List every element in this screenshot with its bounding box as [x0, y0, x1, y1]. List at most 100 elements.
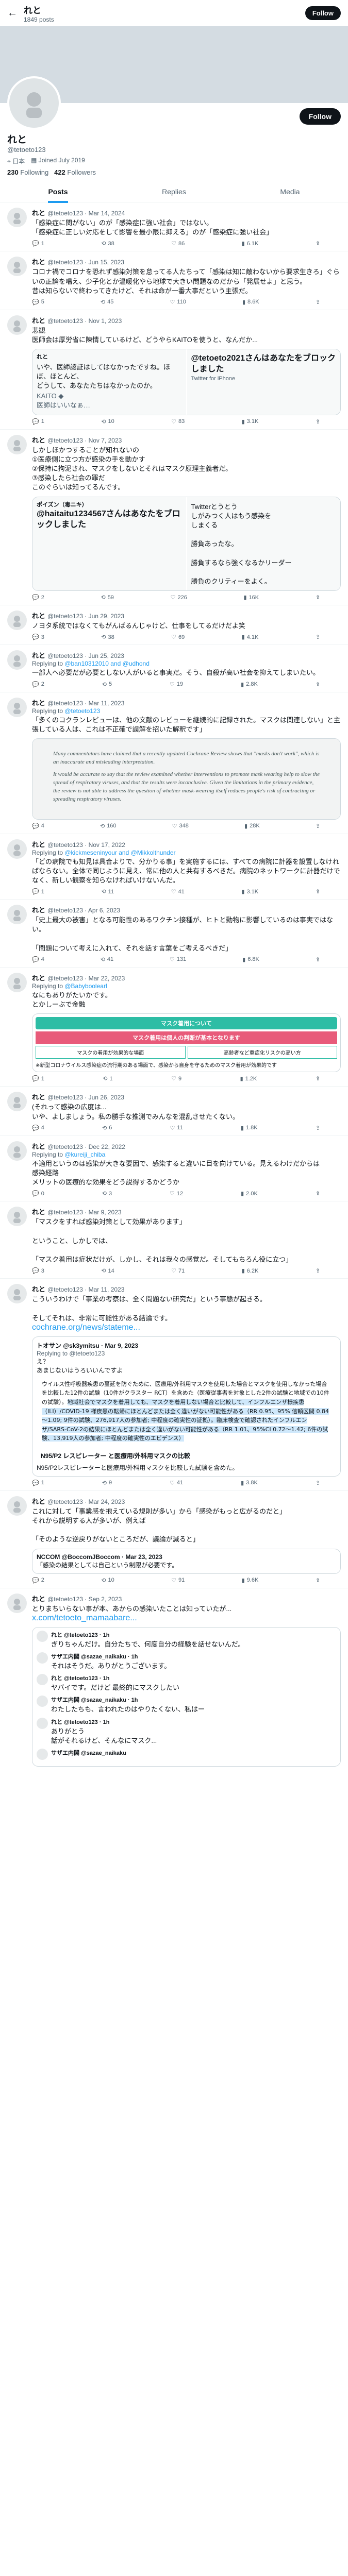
tweet-avatar[interactable] [7, 1593, 27, 1613]
tweet-avatar[interactable] [7, 1092, 27, 1112]
action-retweet[interactable]: ⟲ 10 [101, 1577, 114, 1584]
tweet[interactable]: れと @tetoeto123 · Nov 1, 2023 悲観 医師会は厚労省に陳情… [0, 310, 348, 430]
tab-replies[interactable]: Replies [116, 180, 232, 202]
share-icon[interactable]: ⇪ [316, 1267, 320, 1274]
quote-image[interactable]: Many commentators have claimed that a re… [32, 738, 341, 820]
action-retweet[interactable]: ⟲ 3 [102, 1190, 112, 1197]
tweet[interactable]: れと @tetoeto123 · Sep 2, 2023 とりまちいらない事が本、あ… [0, 1588, 348, 1771]
tweet-avatar[interactable] [7, 1141, 27, 1161]
action-retweet[interactable]: ⟲ 11 [101, 888, 114, 895]
tweet[interactable]: れと @tetoeto123 · Mar 24, 2023 これに対して「事業感を抱… [0, 1491, 348, 1588]
tweet[interactable]: れと @tetoeto123 · Mar 9, 2023 「マスクをすれば感染対策と… [0, 1201, 348, 1279]
reply-target[interactable]: @ban10312010 and @udhond [64, 660, 150, 667]
tweet-author-name[interactable]: れと [32, 841, 45, 849]
tweet[interactable]: れと @tetoeto123 · Jun 15, 2023 コロナ禍でコロナを恐れず… [0, 251, 348, 310]
action-views[interactable]: ▮ 6.2K [242, 1267, 259, 1275]
action-views[interactable]: ▮ 28K [244, 823, 260, 829]
tweet-media[interactable]: ポイズン（毒ニキ） @haitaitu1234567さんはあなたをブロックしました… [32, 496, 341, 591]
tweet-avatar[interactable] [7, 208, 27, 227]
action-reply[interactable]: 💬 4 [32, 1125, 44, 1131]
tweet-author-name[interactable]: れと [32, 1595, 45, 1603]
action-like[interactable]: ♡ 41 [171, 888, 185, 895]
share-icon[interactable]: ⇪ [316, 823, 320, 829]
action-like[interactable]: ♡ 91 [171, 1577, 185, 1584]
reply-target[interactable]: @tetoeto123 [64, 707, 100, 715]
action-views[interactable]: ▮ 3.8K [241, 1480, 258, 1486]
action-retweet[interactable]: ⟲ 10 [101, 418, 114, 425]
tweet-avatar[interactable] [7, 650, 27, 670]
action-views[interactable]: ▮ 4.1K [242, 634, 259, 641]
share-icon[interactable]: ⇪ [316, 634, 320, 640]
tweet-media[interactable]: れと いや、医師認証はしてはなかったですね。ほぼ、ほとんど、 どうして、あなたたち… [32, 349, 341, 415]
share-icon[interactable]: ⇪ [316, 418, 320, 425]
tweet-avatar[interactable] [7, 315, 27, 335]
tweet-author-name[interactable]: れと [32, 209, 45, 217]
tweet[interactable]: れと @tetoeto123 · Mar 14, 2024 「感染症に関がない」のが… [0, 202, 348, 252]
tweet-author-name[interactable]: れと [32, 436, 45, 444]
action-reply[interactable]: 💬 2 [32, 1577, 44, 1584]
action-like[interactable]: ♡ 110 [170, 299, 186, 306]
action-like[interactable]: ♡ 41 [170, 1480, 183, 1486]
action-reply[interactable]: 💬 5 [32, 299, 44, 306]
quoted-tweet[interactable]: トオサン @sk3ymitsu · Mar 9, 2023 Replying to… [32, 1336, 341, 1477]
action-views[interactable]: ▮ 3.1K [242, 418, 259, 425]
reply-target[interactable]: @Babyboolearl [64, 982, 107, 990]
action-views[interactable]: ▮ 9.6K [242, 1577, 259, 1584]
tweet-avatar[interactable] [7, 1284, 27, 1304]
tweet-link[interactable]: x.com/tetoeto_mamaabare... [32, 1614, 341, 1623]
share-icon[interactable]: ⇪ [316, 594, 320, 601]
action-retweet[interactable]: ⟲ 1 [103, 1075, 112, 1082]
action-retweet[interactable]: ⟲ 9 [102, 1480, 112, 1486]
share-icon[interactable]: ⇪ [316, 956, 320, 963]
tweet[interactable]: れと @tetoeto123 · Dec 22, 2022 Replying to … [0, 1136, 348, 1202]
share-icon[interactable]: ⇪ [316, 299, 320, 306]
tweet-author-name[interactable]: れと [32, 652, 45, 659]
share-icon[interactable]: ⇪ [316, 681, 320, 688]
reply-target[interactable]: @kureiji_chiba [64, 1151, 105, 1158]
action-retweet[interactable]: ⟲ 6 [102, 1125, 112, 1131]
share-icon[interactable]: ⇪ [316, 1577, 320, 1584]
tweet-author-name[interactable]: れと [32, 906, 45, 914]
share-icon[interactable]: ⇪ [316, 240, 320, 247]
tweet-avatar[interactable] [7, 257, 27, 277]
action-retweet[interactable]: ⟲ 59 [101, 594, 113, 601]
action-views[interactable]: ▮ 1.2K [240, 1075, 257, 1082]
tweet[interactable]: れと @tetoeto123 · Jun 29, 2023 ノヨタ系統ではなくてもが… [0, 605, 348, 646]
action-like[interactable]: ♡ 226 [171, 594, 187, 601]
action-reply[interactable]: 💬 2 [32, 681, 44, 688]
header-follow-button[interactable]: Follow [305, 6, 341, 20]
followers-link[interactable]: 422 Followers [54, 168, 96, 176]
tweet-avatar[interactable] [7, 839, 27, 859]
tweet-author-name[interactable]: れと [32, 258, 45, 266]
action-like[interactable]: ♡ 86 [171, 240, 185, 247]
action-reply[interactable]: 💬 3 [32, 1267, 44, 1275]
action-like[interactable]: ♡ 69 [171, 634, 185, 641]
tweet[interactable]: れと @tetoeto123 · Mar 11, 2023 Replying to … [0, 692, 348, 834]
action-reply[interactable]: 💬 1 [32, 418, 44, 425]
action-retweet[interactable]: ⟲ 14 [101, 1267, 114, 1275]
following-link[interactable]: 230 Following [7, 168, 48, 176]
back-arrow-icon[interactable]: ← [7, 7, 24, 19]
action-retweet[interactable]: ⟲ 45 [101, 299, 113, 306]
action-reply[interactable]: 💬 3 [32, 634, 44, 641]
action-views[interactable]: ▮ 2.0K [241, 1190, 258, 1197]
action-like[interactable]: ♡ 12 [170, 1190, 183, 1197]
reply-target[interactable]: @kickmeseninyour and @Mikkolthunder [64, 849, 175, 856]
share-icon[interactable]: ⇪ [316, 1480, 320, 1486]
tweet-author-name[interactable]: れと [32, 317, 45, 325]
tweet-avatar[interactable] [7, 1496, 27, 1516]
tweet-author-name[interactable]: れと [32, 1143, 45, 1150]
tweet-author-name[interactable]: れと [32, 699, 45, 707]
mask-infographic[interactable]: マスク着用について マスク着用は個人の判断が基本となります マスクの着用が効果的な場… [32, 1013, 341, 1073]
action-views[interactable]: ▮ 6.1K [242, 240, 259, 247]
tweet-avatar[interactable] [7, 611, 27, 631]
action-retweet[interactable]: ⟲ 38 [101, 240, 114, 247]
action-reply[interactable]: 💬 1 [32, 1480, 44, 1486]
tab-media[interactable]: Media [232, 180, 348, 202]
tweet-author-name[interactable]: れと [32, 1285, 45, 1293]
tweet-avatar[interactable] [7, 434, 27, 454]
profile-follow-button[interactable]: Follow [299, 108, 341, 125]
share-icon[interactable]: ⇪ [316, 1125, 320, 1131]
share-icon[interactable]: ⇪ [316, 1190, 320, 1197]
action-like[interactable]: ♡ 131 [170, 956, 186, 963]
